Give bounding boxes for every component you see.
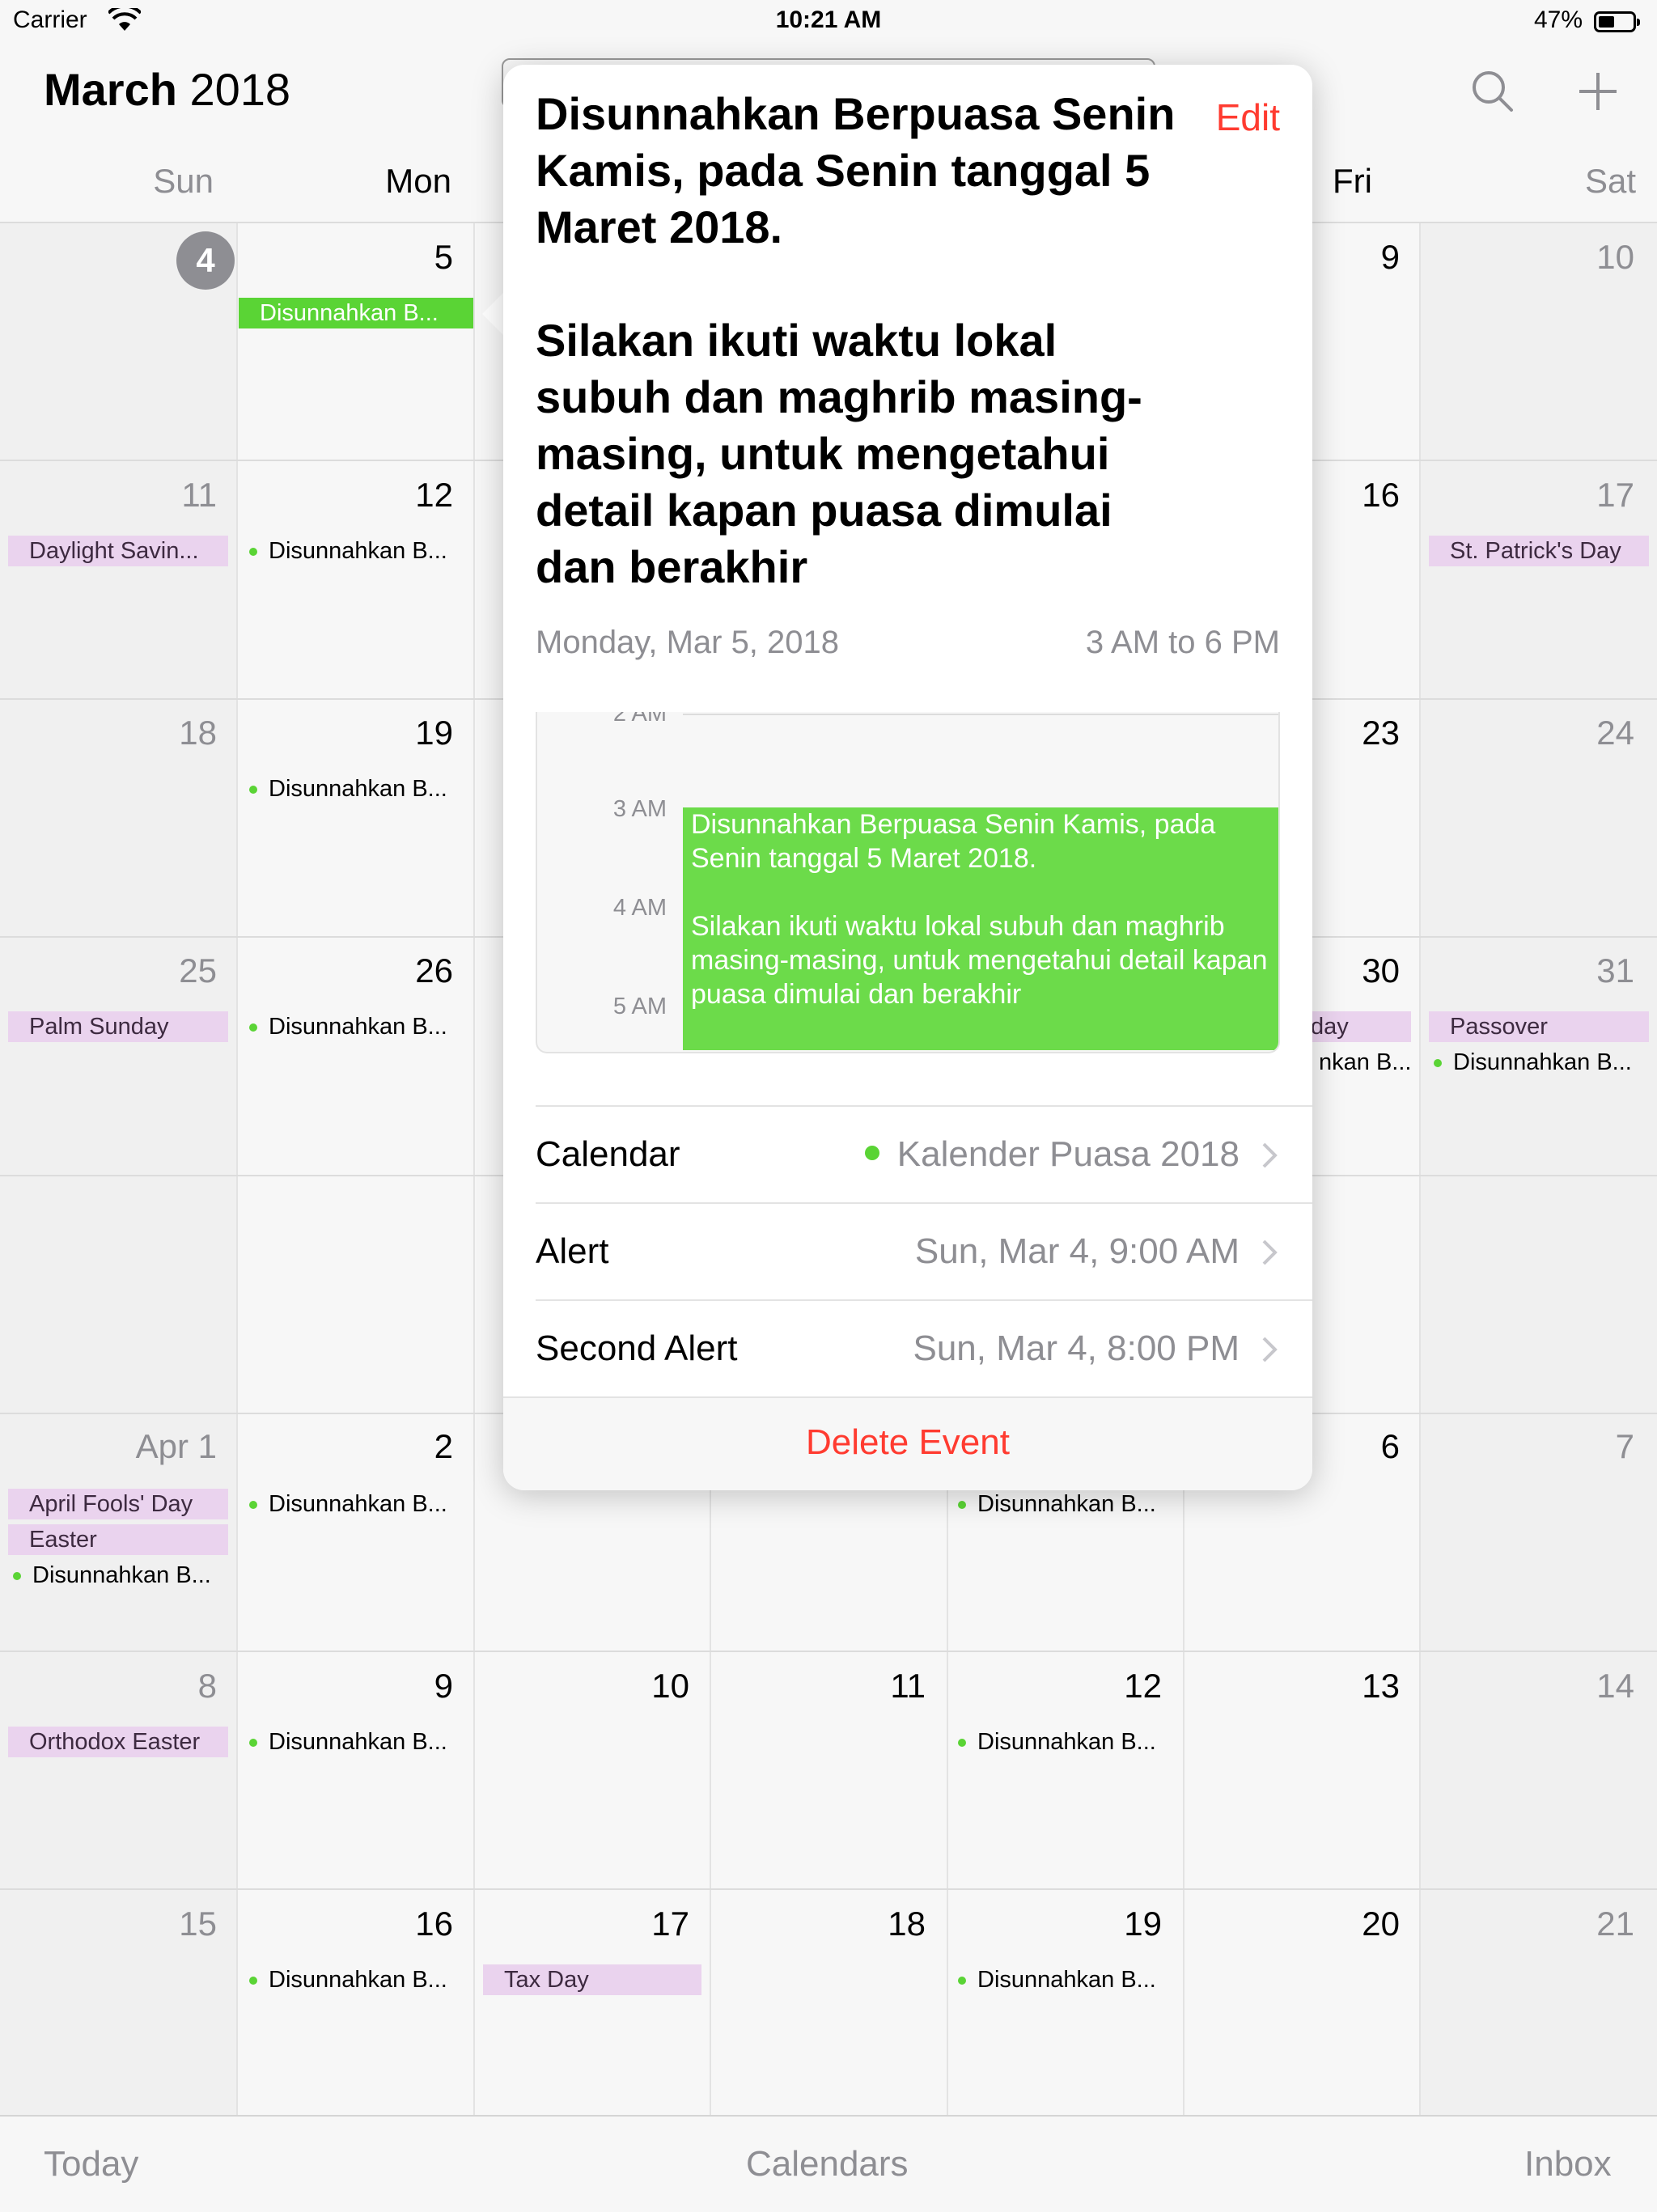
event-daylight-saving[interactable]: Daylight Savin...: [8, 536, 228, 566]
event-mar31[interactable]: Disunnahkan B...: [1424, 1047, 1657, 1078]
calendar-value: Kalender Puasa 2018: [864, 1134, 1240, 1175]
day-apr1[interactable]: Apr 1: [120, 1427, 217, 1466]
hour-label: 5 AM: [612, 994, 667, 1019]
battery-icon: [1594, 11, 1640, 32]
chevron-right-icon: [1262, 1337, 1278, 1362]
event-apr1[interactable]: Disunnahkan B...: [3, 1560, 261, 1591]
event-mar5[interactable]: Disunnahkan B...: [239, 298, 473, 328]
day-apr9[interactable]: 9: [356, 1667, 453, 1706]
day-apr13[interactable]: 13: [1303, 1667, 1400, 1706]
event-st-patricks-day[interactable]: St. Patrick's Day: [1429, 536, 1649, 566]
bottom-toolbar: Today Calendars Inbox: [0, 2115, 1657, 2212]
event-apr19[interactable]: Disunnahkan B...: [948, 1964, 1206, 1995]
day-18[interactable]: 18: [120, 714, 217, 752]
event-tax-day[interactable]: Tax Day: [483, 1964, 701, 1995]
day-apr21[interactable]: 21: [1537, 1905, 1634, 1943]
weekday-mon: Mon: [385, 162, 451, 200]
delete-section: Delete Event: [503, 1396, 1312, 1490]
day-apr20[interactable]: 20: [1303, 1905, 1400, 1943]
day-16[interactable]: 16: [1303, 476, 1400, 515]
mini-day-view[interactable]: 2 AM 3 AM 4 AM 5 AM Disunnahkan Berpuasa…: [536, 712, 1280, 1053]
status-bar: Carrier 10:21 AM 47%: [0, 0, 1657, 45]
day-30[interactable]: 30: [1303, 951, 1400, 990]
mini-event-block[interactable]: Disunnahkan Berpuasa Senin Kamis, pada S…: [683, 807, 1278, 1050]
search-icon[interactable]: [1464, 63, 1521, 120]
calendar-row[interactable]: Calendar Kalender Puasa 2018: [536, 1105, 1312, 1204]
event-apr2[interactable]: Disunnahkan B...: [239, 1489, 497, 1519]
calendars-button[interactable]: Calendars: [746, 2144, 909, 2184]
event-detail-popover: Disunnahkan Berpuasa Senin Kamis, pada S…: [503, 65, 1312, 1490]
event-date: Monday, Mar 5, 2018: [536, 625, 840, 660]
day-apr18[interactable]: 18: [828, 1905, 926, 1943]
add-icon[interactable]: [1570, 63, 1626, 120]
event-mar19[interactable]: Disunnahkan B...: [239, 773, 497, 804]
event-time: 3 AM to 6 PM: [1085, 625, 1280, 660]
event-apr9[interactable]: Disunnahkan B...: [239, 1727, 497, 1757]
day-10[interactable]: 10: [1537, 238, 1634, 277]
day-31[interactable]: 31: [1537, 951, 1634, 990]
day-11[interactable]: 11: [120, 476, 217, 515]
day-12[interactable]: 12: [356, 476, 453, 515]
chevron-right-icon: [1262, 1142, 1278, 1168]
day-23[interactable]: 23: [1303, 714, 1400, 752]
day-apr12[interactable]: 12: [1065, 1667, 1162, 1706]
today-date-4[interactable]: 4: [176, 231, 235, 290]
day-apr11[interactable]: 11: [828, 1667, 926, 1706]
event-title: Disunnahkan Berpuasa Senin Kamis, pada S…: [536, 88, 1176, 592]
day-24[interactable]: 24: [1537, 714, 1634, 752]
hour-label: 4 AM: [612, 895, 667, 921]
alert-row[interactable]: Alert Sun, Mar 4, 9:00 AM: [536, 1202, 1312, 1301]
day-26[interactable]: 26: [356, 951, 453, 990]
calendar-color-dot: [864, 1146, 879, 1161]
day-apr6[interactable]: 6: [1303, 1427, 1400, 1466]
day-apr14[interactable]: 14: [1537, 1667, 1634, 1706]
day-apr19[interactable]: 19: [1065, 1905, 1162, 1943]
event-orthodox-easter[interactable]: Orthodox Easter: [8, 1727, 228, 1757]
day-apr8[interactable]: 8: [120, 1667, 217, 1706]
weekday-sun: Sun: [153, 162, 214, 200]
alert-value: Sun, Mar 4, 9:00 AM: [914, 1231, 1240, 1271]
event-apr16[interactable]: Disunnahkan B...: [239, 1964, 497, 1995]
event-passover[interactable]: Passover: [1429, 1011, 1649, 1042]
hour-label: 2 AM: [612, 712, 667, 727]
event-april-fools[interactable]: April Fools' Day: [8, 1489, 228, 1519]
day-9[interactable]: 9: [1303, 238, 1400, 277]
weekday-sat: Sat: [1584, 162, 1636, 200]
event-palm-sunday[interactable]: Palm Sunday: [8, 1011, 228, 1042]
second-alert-row[interactable]: Second Alert Sun, Mar 4, 8:00 PM: [536, 1299, 1312, 1398]
inbox-button[interactable]: Inbox: [1524, 2144, 1612, 2184]
year-label: 2018: [189, 64, 291, 115]
day-apr2[interactable]: 2: [356, 1427, 453, 1466]
second-alert-label: Second Alert: [536, 1328, 738, 1368]
day-17[interactable]: 17: [1537, 476, 1634, 515]
delete-event-button[interactable]: Delete Event: [503, 1422, 1312, 1463]
day-apr16[interactable]: 16: [356, 1905, 453, 1943]
event-mar12[interactable]: Disunnahkan B...: [239, 536, 497, 566]
month-title[interactable]: March 2018: [44, 63, 290, 116]
today-button[interactable]: Today: [44, 2144, 138, 2184]
month-name: March: [44, 64, 177, 115]
hour-label: 3 AM: [612, 796, 667, 822]
day-apr7[interactable]: 7: [1537, 1427, 1634, 1466]
event-apr5[interactable]: Disunnahkan B...: [948, 1489, 1206, 1519]
second-alert-value: Sun, Mar 4, 8:00 PM: [913, 1328, 1240, 1368]
event-mar26[interactable]: Disunnahkan B...: [239, 1011, 497, 1042]
day-25[interactable]: 25: [120, 951, 217, 990]
day-19[interactable]: 19: [356, 714, 453, 752]
chevron-right-icon: [1262, 1239, 1278, 1265]
event-easter[interactable]: Easter: [8, 1524, 228, 1555]
event-apr12[interactable]: Disunnahkan B...: [948, 1727, 1206, 1757]
clock: 10:21 AM: [775, 6, 882, 33]
edit-button[interactable]: Edit: [1216, 95, 1280, 139]
day-5[interactable]: 5: [356, 238, 453, 277]
day-apr17[interactable]: 17: [592, 1905, 689, 1943]
calendar-label: Calendar: [536, 1134, 680, 1174]
alert-label: Alert: [536, 1231, 609, 1271]
day-apr15[interactable]: 15: [120, 1905, 217, 1943]
day-apr10[interactable]: 10: [592, 1667, 689, 1706]
battery-percent: 47%: [1533, 6, 1583, 33]
